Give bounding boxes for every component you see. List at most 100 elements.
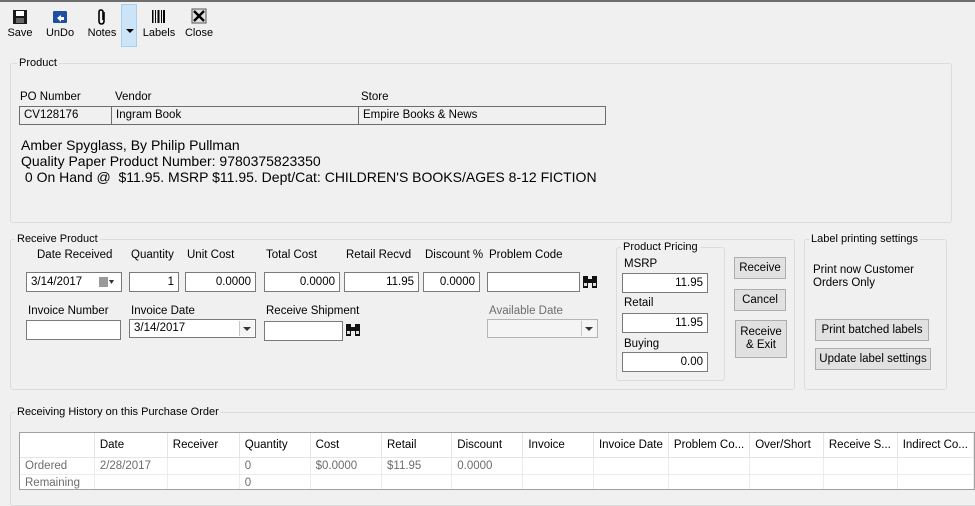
- unit-cost-input[interactable]: 0.0000: [185, 272, 256, 292]
- receive-exit-button[interactable]: Receive & Exit: [735, 320, 787, 358]
- receive-shipment-input[interactable]: [264, 321, 343, 341]
- table-cell: Ordered: [20, 457, 95, 475]
- buying-input[interactable]: 0.00: [622, 352, 708, 372]
- available-date-label: Available Date: [489, 305, 563, 317]
- column-header-invoice-date[interactable]: Invoice Date: [593, 433, 669, 458]
- table-cell: [593, 474, 669, 489]
- labels-button[interactable]: Labels: [142, 6, 176, 46]
- msrp-input[interactable]: 11.95: [622, 273, 708, 293]
- invoice-number-input[interactable]: [26, 320, 121, 340]
- table-cell: [823, 474, 898, 489]
- receiving-history-table: Date Receiver Quantity Cost Retail Disco…: [20, 433, 974, 489]
- product-title-text: Amber Spyglass, By Philip Pullman: [21, 137, 240, 153]
- column-header[interactable]: [20, 433, 95, 458]
- product-number-text: Quality Paper Product Number: 9780375823…: [21, 153, 321, 169]
- receive-product-legend: Receive Product: [17, 233, 98, 245]
- update-label-settings-button[interactable]: Update label settings: [815, 348, 931, 370]
- vendor-field: Ingram Book: [111, 106, 359, 125]
- receiving-history-grid[interactable]: Date Receiver Quantity Cost Retail Disco…: [19, 432, 975, 490]
- quantity-input[interactable]: 1: [129, 272, 179, 292]
- table-cell: 0.0000: [451, 457, 524, 475]
- po-number-label: PO Number: [20, 91, 81, 103]
- store-label: Store: [361, 91, 389, 103]
- vendor-label: Vendor: [115, 91, 152, 103]
- table-cell: [310, 474, 383, 489]
- table-cell: 0: [239, 474, 311, 489]
- column-header-receive-s[interactable]: Receive S...: [823, 433, 898, 458]
- calendar-dropdown-icon: [99, 277, 114, 287]
- column-header-retail[interactable]: Retail: [381, 433, 453, 458]
- notes-dropdown-button[interactable]: [121, 4, 137, 47]
- date-received-label: Date Received: [37, 249, 113, 261]
- product-pricing-legend: Product Pricing: [623, 241, 698, 253]
- table-cell: [749, 474, 824, 489]
- column-header-cost[interactable]: Cost: [310, 433, 383, 458]
- chevron-down-icon: [239, 321, 254, 336]
- undo-button[interactable]: UnDo: [44, 6, 76, 46]
- table-cell: 2/28/2017: [94, 457, 168, 475]
- table-cell: [897, 474, 974, 489]
- date-received-value: 3/14/2017: [31, 276, 83, 288]
- print-batched-labels-button[interactable]: Print batched labels: [815, 319, 929, 341]
- cancel-button[interactable]: Cancel: [734, 289, 786, 311]
- column-header-date[interactable]: Date: [94, 433, 168, 458]
- unit-cost-label: Unit Cost: [187, 249, 235, 261]
- binoculars-icon[interactable]: [345, 322, 361, 338]
- floppy-disk-icon: [13, 10, 27, 24]
- receive-exit-label-line2: & Exit: [745, 339, 777, 351]
- close-icon: [191, 8, 207, 24]
- column-header-over-short[interactable]: Over/Short: [749, 433, 824, 458]
- table-cell: [522, 457, 594, 475]
- table-cell: [593, 457, 669, 475]
- problem-code-label: Problem Code: [489, 249, 563, 261]
- table-cell: [167, 457, 240, 475]
- table-row[interactable]: Remaining 0: [20, 474, 974, 489]
- table-cell: $11.95: [381, 457, 453, 475]
- receive-exit-label-line1: Receive: [740, 326, 782, 338]
- table-cell: [381, 474, 453, 489]
- receive-shipment-label: Receive Shipment: [266, 305, 360, 317]
- invoice-date-label: Invoice Date: [131, 305, 195, 317]
- paperclip-icon: [98, 9, 105, 25]
- msrp-label: MSRP: [624, 258, 658, 270]
- binoculars-icon[interactable]: [582, 274, 598, 290]
- chevron-down-icon: [581, 321, 596, 336]
- column-header-invoice[interactable]: Invoice: [522, 433, 594, 458]
- buying-label: Buying: [624, 338, 660, 350]
- total-cost-input[interactable]: 0.0000: [264, 272, 340, 292]
- date-received-picker[interactable]: 3/14/2017: [26, 272, 122, 292]
- table-cell: [823, 457, 898, 475]
- problem-code-input[interactable]: [487, 272, 580, 292]
- table-cell: [522, 474, 594, 489]
- save-button[interactable]: Save: [5, 6, 35, 46]
- retail-input[interactable]: 11.95: [622, 313, 708, 333]
- product-legend: Product: [19, 57, 57, 69]
- receive-button[interactable]: Receive: [734, 257, 786, 279]
- column-header-problem-code[interactable]: Problem Co...: [668, 433, 751, 458]
- quantity-label: Quantity: [131, 249, 174, 261]
- column-header-quantity[interactable]: Quantity: [239, 433, 311, 458]
- invoice-date-select[interactable]: 3/14/2017: [129, 319, 256, 338]
- po-number-field: CV128176: [19, 106, 112, 125]
- discount-input[interactable]: 0.0000: [423, 272, 480, 292]
- product-stock-text: 0 On Hand @ $11.95. MSRP $11.95. Dept/Ca…: [21, 169, 597, 185]
- print-customer-orders-text-1: Print now Customer: [813, 264, 914, 276]
- column-header-indirect-co[interactable]: Indirect Co...: [897, 433, 974, 458]
- table-header-row: Date Receiver Quantity Cost Retail Disco…: [20, 433, 974, 458]
- barcode-icon: [152, 10, 165, 23]
- table-cell: [749, 457, 824, 475]
- available-date-select[interactable]: [487, 319, 598, 338]
- undo-icon: [53, 11, 67, 23]
- column-header-receiver[interactable]: Receiver: [167, 433, 240, 458]
- table-cell: $0.0000: [310, 457, 383, 475]
- store-field: Empire Books & News: [358, 106, 606, 125]
- retail-recvd-input[interactable]: 11.95: [344, 272, 419, 292]
- table-cell: [94, 474, 168, 489]
- table-row[interactable]: Ordered 2/28/2017 0 $0.0000 $11.95 0.000…: [20, 457, 974, 475]
- column-header-discount[interactable]: Discount: [451, 433, 524, 458]
- discount-label: Discount %: [425, 249, 484, 261]
- table-cell: [668, 474, 751, 489]
- notes-button[interactable]: Notes: [84, 6, 120, 46]
- invoice-date-value: 3/14/2017: [134, 322, 186, 334]
- close-button[interactable]: Close: [184, 6, 214, 46]
